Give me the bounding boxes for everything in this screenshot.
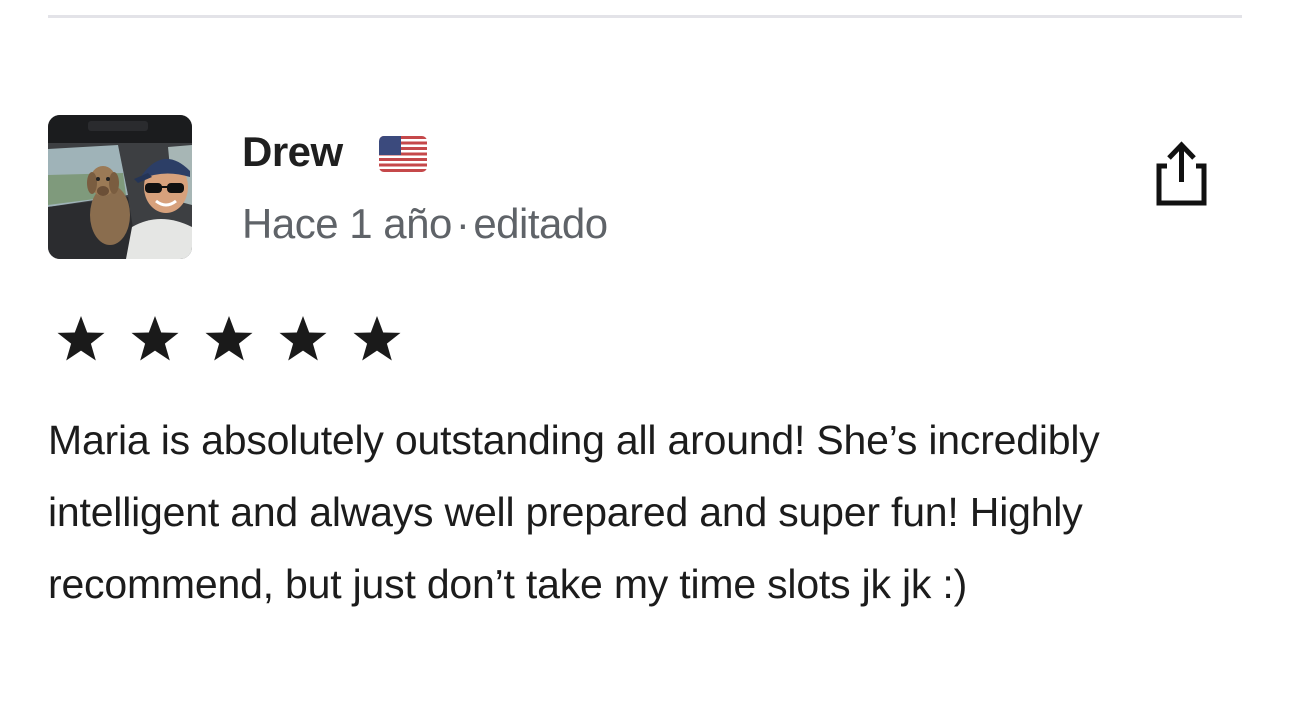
review-time: Hace 1 año bbox=[242, 200, 452, 247]
review-text: Maria is absolutely outstanding all arou… bbox=[48, 417, 1100, 607]
reviewer-name[interactable]: Drew bbox=[242, 126, 343, 178]
star-icon bbox=[57, 316, 105, 361]
meta-separator: · bbox=[455, 200, 470, 247]
us-flag-icon bbox=[379, 136, 427, 172]
star-rating bbox=[56, 314, 402, 364]
star-icon bbox=[131, 316, 179, 361]
reviewer-avatar[interactable] bbox=[48, 115, 192, 259]
review-card: Drew Hace 1 año·editado Maria is absolut… bbox=[0, 0, 1290, 726]
avatar-photo bbox=[48, 115, 192, 259]
divider bbox=[48, 15, 1242, 18]
star-icon bbox=[353, 316, 401, 361]
edited-label: editado bbox=[473, 200, 608, 247]
share-button[interactable] bbox=[1150, 140, 1212, 210]
review-meta: Hace 1 año·editado bbox=[242, 196, 608, 252]
star-icon bbox=[205, 316, 253, 361]
star-icon bbox=[279, 316, 327, 361]
share-icon bbox=[1156, 141, 1207, 206]
